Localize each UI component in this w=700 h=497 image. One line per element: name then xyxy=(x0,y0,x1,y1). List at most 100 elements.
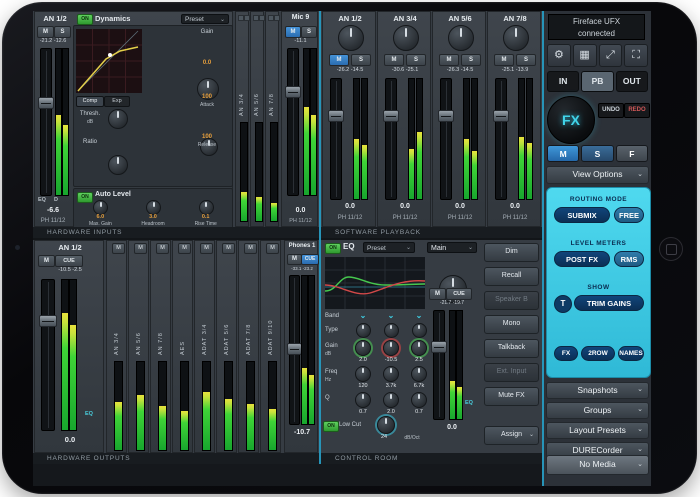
channel-fader[interactable] xyxy=(40,48,52,196)
band-select-chevron-icon[interactable]: ⌄ xyxy=(405,311,433,321)
window-mode-icon[interactable]: ⤢ xyxy=(599,44,623,67)
free-mode-button[interactable]: FREE xyxy=(614,207,644,223)
solo-button[interactable]: S xyxy=(461,54,481,66)
band2-type-knob[interactable] xyxy=(384,323,399,338)
rms-button[interactable]: RMS xyxy=(614,251,644,267)
post-fx-button[interactable]: POST FX xyxy=(554,251,610,267)
two-row-button[interactable]: 2ROW xyxy=(581,346,615,361)
solo-button[interactable]: S xyxy=(54,26,71,38)
mute-button[interactable]: M xyxy=(266,243,279,254)
mute-button[interactable]: M xyxy=(494,54,514,66)
eq-indicator[interactable]: EQ xyxy=(38,197,46,203)
mute-button[interactable]: M xyxy=(134,243,147,254)
band1-gain-knob[interactable] xyxy=(355,340,371,356)
eq-preset-dropdown[interactable]: Preset ⌄ xyxy=(363,242,415,253)
pan-knob[interactable] xyxy=(393,25,419,51)
pan-knob[interactable] xyxy=(503,25,529,51)
main-cue-button[interactable]: CUE xyxy=(446,288,472,300)
names-button[interactable]: NAMES xyxy=(618,346,644,361)
undo-button[interactable]: UNDO xyxy=(598,103,624,118)
sidebar-menu-bar[interactable]: Layout Presets ⌄ xyxy=(546,422,649,439)
fader-cap[interactable] xyxy=(383,110,399,122)
home-button[interactable] xyxy=(659,237,683,261)
main-mute-button[interactable]: M xyxy=(429,288,446,300)
cue-button[interactable]: CUE xyxy=(55,255,83,267)
dim-button[interactable]: Dim xyxy=(484,243,539,262)
fx-button[interactable]: FX xyxy=(547,96,595,144)
low-cut-on-button[interactable]: ON xyxy=(323,421,339,432)
section-divider[interactable] xyxy=(319,11,321,464)
ratio-knob[interactable] xyxy=(108,155,128,175)
tab-in[interactable]: IN xyxy=(547,71,579,92)
mute-button[interactable]: M xyxy=(287,254,302,265)
band1-freq-knob[interactable] xyxy=(355,366,371,382)
mute-button[interactable]: M xyxy=(178,243,191,254)
fader-cap[interactable] xyxy=(431,341,447,353)
cue-button[interactable]: CUE xyxy=(301,254,319,265)
comp-tab[interactable]: Comp xyxy=(76,96,104,107)
output-assignment[interactable]: PH 11/12 xyxy=(35,218,71,224)
ext-input-button[interactable]: Ext. Input xyxy=(484,363,539,382)
fader-cap[interactable] xyxy=(285,86,301,98)
global-mute-button[interactable]: M xyxy=(547,145,579,162)
mute-button[interactable]: M xyxy=(222,243,235,254)
mute-button[interactable]: M xyxy=(384,54,404,66)
low-cut-freq-knob[interactable] xyxy=(377,416,395,434)
mute-fx-button[interactable]: Mute FX xyxy=(484,387,539,406)
mini-output-strip[interactable]: M AN 3/4 xyxy=(106,240,127,453)
auto-level-knob[interactable] xyxy=(199,200,214,215)
view-options-bar[interactable]: View Options ⌄ xyxy=(546,166,649,184)
mute-button[interactable]: M xyxy=(112,243,125,254)
band2-q-knob[interactable] xyxy=(383,392,399,408)
band3-freq-knob[interactable] xyxy=(411,366,427,382)
solo-button[interactable]: S xyxy=(301,26,317,38)
fx-view-button[interactable]: FX xyxy=(554,346,578,361)
mute-button[interactable]: M xyxy=(156,243,169,254)
mute-button[interactable]: M xyxy=(244,243,257,254)
fader-cap[interactable] xyxy=(328,110,344,122)
channel-fader[interactable] xyxy=(287,48,299,196)
mute-button[interactable]: M xyxy=(200,243,213,254)
band-select-chevron-icon[interactable]: ⌄ xyxy=(349,311,377,321)
band3-q-knob[interactable] xyxy=(411,392,427,408)
mini-output-strip[interactable]: M ADAT 9/10 xyxy=(260,240,281,453)
mute-button[interactable]: M xyxy=(285,26,301,38)
thresh-knob[interactable] xyxy=(108,109,128,129)
fader-cap[interactable] xyxy=(39,315,57,327)
channel-fader[interactable] xyxy=(330,78,342,200)
speaker-b-button[interactable]: Speaker B xyxy=(484,291,539,310)
mini-channel-strip[interactable]: AN 3/4 xyxy=(235,11,249,227)
main-fader[interactable] xyxy=(433,310,445,420)
dynamics-indicator[interactable]: D xyxy=(54,197,58,203)
eq-indicator[interactable]: EQ xyxy=(85,411,93,417)
mini-solo-dot[interactable] xyxy=(274,15,280,21)
submix-mode-button[interactable]: SUBMIX xyxy=(554,207,610,223)
fader-cap[interactable] xyxy=(38,97,54,109)
sidebar-menu-bar[interactable]: Groups ⌄ xyxy=(546,402,649,419)
pan-knob[interactable] xyxy=(338,25,364,51)
output-assignment[interactable]: PH 11/12 xyxy=(323,215,377,221)
output-assignment[interactable]: PH 11/12 xyxy=(433,215,487,221)
mini-output-strip[interactable]: M AN 5/6 xyxy=(128,240,149,453)
pan-knob[interactable] xyxy=(448,25,474,51)
eq-on-button[interactable]: ON xyxy=(325,243,341,254)
global-solo-button[interactable]: S xyxy=(581,145,613,162)
band1-q-knob[interactable] xyxy=(355,392,371,408)
channel-fader[interactable] xyxy=(495,78,507,200)
mini-output-strip[interactable]: M ADAT 3/4 xyxy=(194,240,215,453)
fullscreen-icon[interactable]: ⛶ xyxy=(624,44,648,67)
main-output-selector[interactable]: Main ⌄ xyxy=(427,242,477,253)
band3-gain-knob[interactable] xyxy=(411,340,427,356)
channel-fader[interactable] xyxy=(440,78,452,200)
output-assignment[interactable]: PH 11/12 xyxy=(378,215,432,221)
fader-cap[interactable] xyxy=(438,110,454,122)
mini-output-strip[interactable]: M AN 7/8 xyxy=(150,240,171,453)
solo-button[interactable]: S xyxy=(351,54,371,66)
mini-channel-strip[interactable]: AN 5/6 xyxy=(250,11,264,227)
global-fader-group-button[interactable]: F xyxy=(616,145,648,162)
auto-level-knob[interactable] xyxy=(146,200,161,215)
mute-button[interactable]: M xyxy=(439,54,459,66)
redo-button[interactable]: REDO xyxy=(624,103,650,118)
media-bar[interactable]: No Media ⌄ xyxy=(546,455,649,475)
mono-button[interactable]: Mono xyxy=(484,315,539,334)
